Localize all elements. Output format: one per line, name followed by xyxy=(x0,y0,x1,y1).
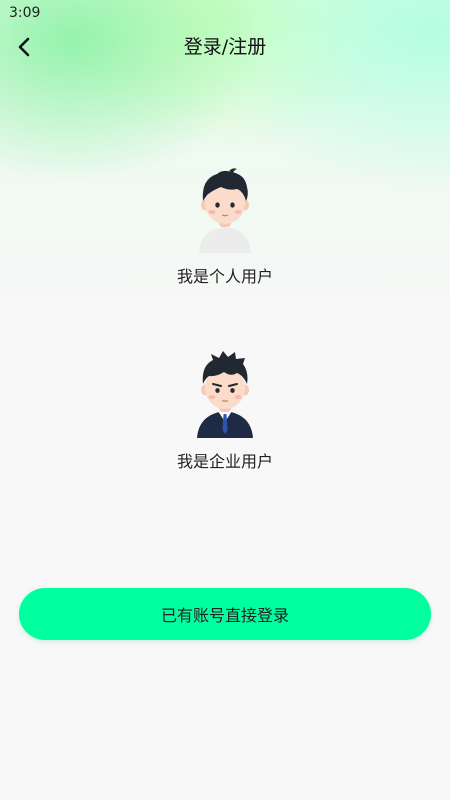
navigation-bar: 登录/注册 xyxy=(0,26,450,68)
business-user-avatar-icon xyxy=(197,351,253,438)
personal-user-label: 我是个人用户 xyxy=(176,267,273,286)
business-user-option[interactable]: 我是企业用户 xyxy=(125,350,325,474)
personal-user-option[interactable]: 我是个人用户 xyxy=(125,165,325,289)
business-user-label: 我是企业用户 xyxy=(176,452,273,471)
existing-account-login-button[interactable]: 已有账号直接登录 xyxy=(19,588,431,640)
status-time: 3:09 xyxy=(9,5,41,21)
personal-user-avatar-icon xyxy=(199,168,251,253)
status-bar: 3:09 xyxy=(0,0,450,26)
page-title: 登录/注册 xyxy=(183,36,267,58)
